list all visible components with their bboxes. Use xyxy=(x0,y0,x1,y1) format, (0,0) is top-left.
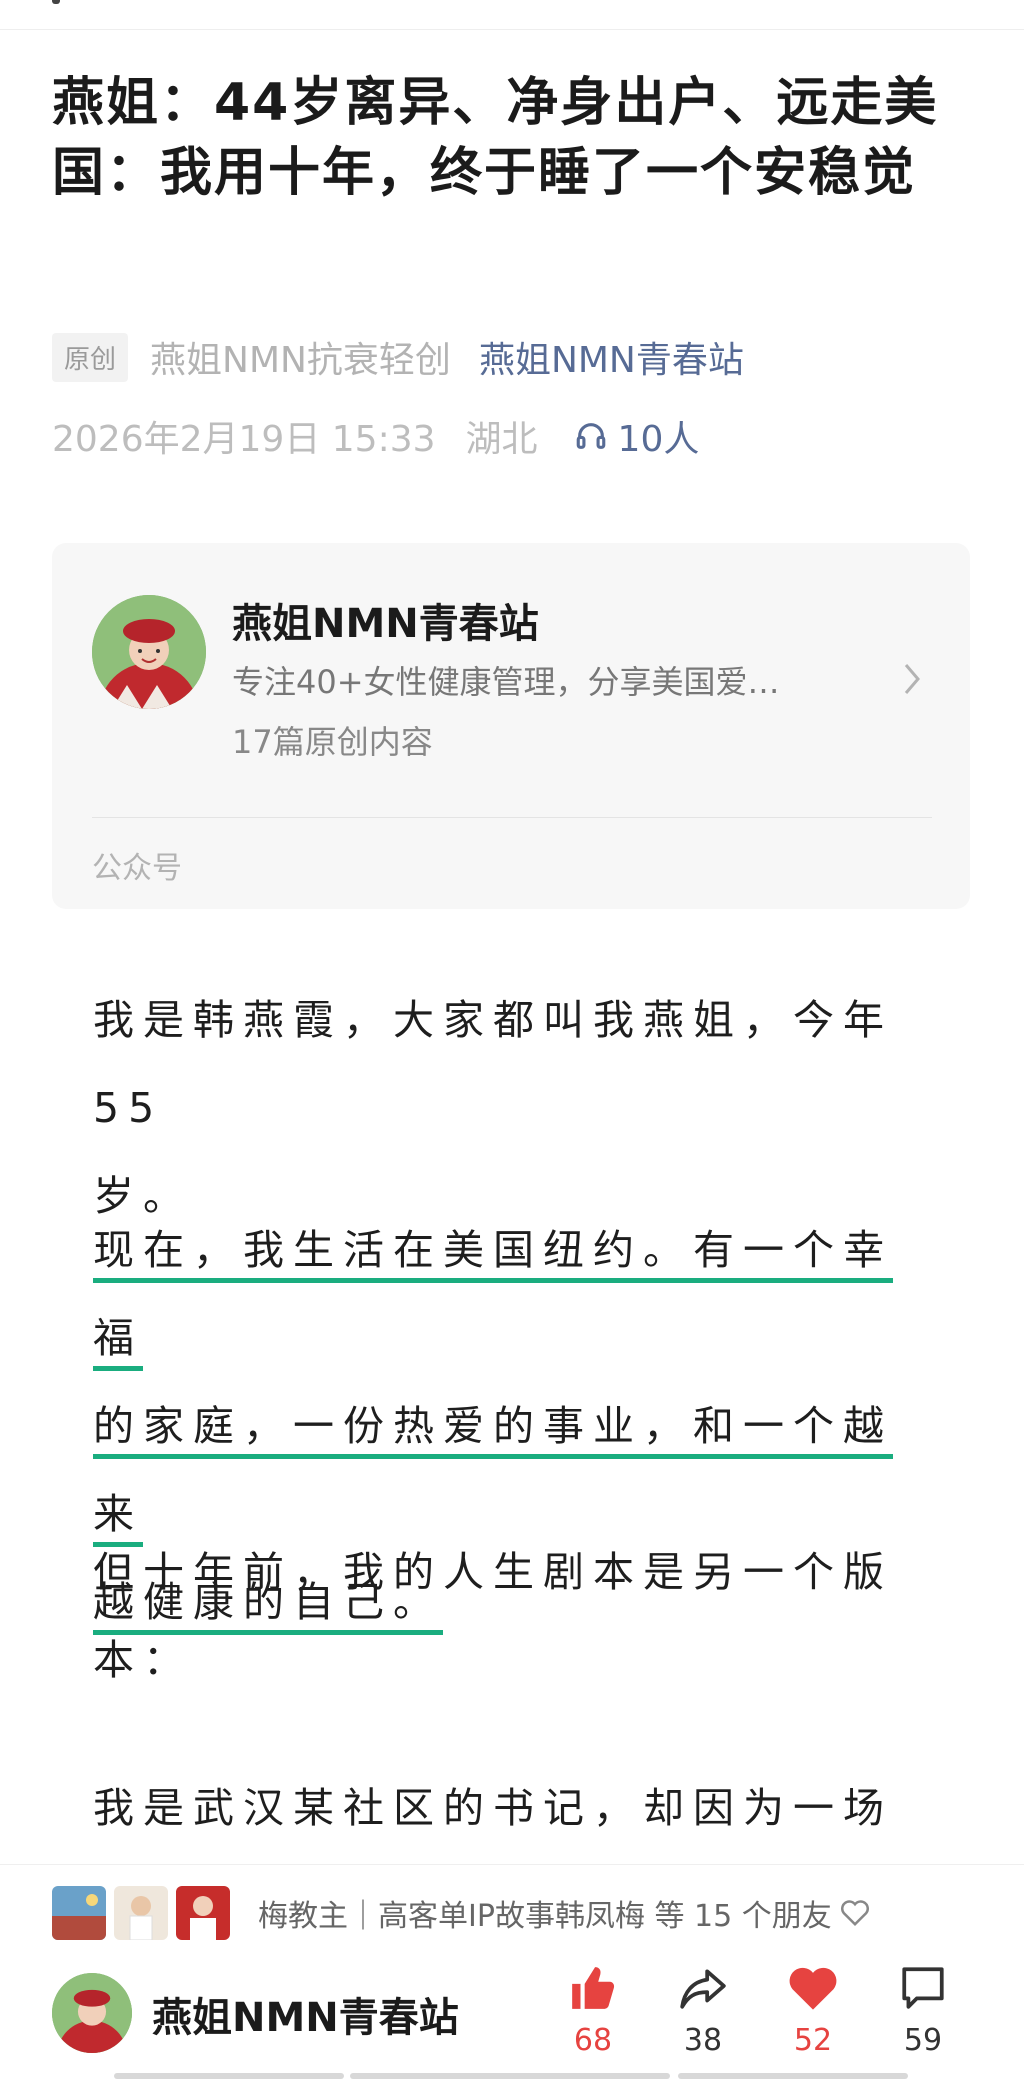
bar-account-avatar[interactable] xyxy=(52,1973,132,2053)
like-button[interactable]: 68 xyxy=(548,1963,638,2058)
article-title: 燕姐：44岁离异、净身出户、远走美国：我用十年，终于睡了一个安稳觉 xyxy=(52,73,939,203)
friends-text: 梅教主｜高客单IP故事韩凤梅 等 15 个朋友 xyxy=(258,1899,832,1934)
scroll-indicator xyxy=(114,2073,344,2079)
listen-button[interactable]: 10人 xyxy=(574,410,700,462)
account-link[interactable]: 燕姐NMN青春站 xyxy=(479,331,744,383)
card-account-name: 燕姐NMN青春站 xyxy=(232,601,539,647)
top-status-strip xyxy=(0,0,1024,30)
publish-location: 湖北 xyxy=(465,419,538,460)
card-account-description: 专注40+女性健康管理，分享美国爱… xyxy=(232,663,780,701)
love-count: 52 xyxy=(793,2023,833,2058)
status-dot xyxy=(52,0,60,4)
author-name: 燕姐NMN抗衰轻创 xyxy=(150,340,451,381)
comment-icon xyxy=(902,1967,944,2009)
love-button[interactable]: 52 xyxy=(768,1963,858,2058)
scroll-indicator xyxy=(350,2073,670,2079)
paragraph-line: 本： xyxy=(93,1636,193,1684)
publish-date: 2026年2月19日 15:33 xyxy=(52,419,436,460)
card-divider xyxy=(92,817,932,818)
friend-avatar xyxy=(52,1886,106,1940)
friends-liked-row[interactable]: 梅教主｜高客单IP故事韩凤梅 等 15 个朋友 xyxy=(52,1885,870,1941)
friend-avatar xyxy=(114,1886,168,1940)
friend-avatar xyxy=(176,1886,230,1940)
account-avatar xyxy=(92,595,206,709)
article-date-line: 2026年2月19日 15:33 湖北 10人 xyxy=(52,412,699,460)
thumbs-up-icon xyxy=(572,1967,615,2009)
comment-count: 59 xyxy=(903,2023,943,2058)
paragraph-line: 我是韩燕霞，大家都叫我燕姐，今年55 xyxy=(93,996,893,1132)
share-count: 38 xyxy=(683,2023,723,2058)
paragraph-1: 我是韩燕霞，大家都叫我燕姐，今年55 岁。 xyxy=(93,976,935,1240)
account-card[interactable]: 燕姐NMN青春站 专注40+女性健康管理，分享美国爱… 17篇原创内容 公众号 xyxy=(52,543,970,909)
original-badge: 原创 xyxy=(52,332,129,382)
comment-button[interactable]: 59 xyxy=(878,1963,968,2058)
heart-outline-icon xyxy=(840,1900,869,1927)
paragraph-3: 但十年前，我的人生剧本是另一个版 本： xyxy=(93,1528,935,1704)
card-type-label: 公众号 xyxy=(92,851,182,886)
share-button[interactable]: 38 xyxy=(658,1963,748,2058)
bottom-action-bar: 梅教主｜高客单IP故事韩凤梅 等 15 个朋友 燕姐NMN青春站 68 38 5… xyxy=(0,1864,1024,2086)
heart-icon xyxy=(789,1967,837,2010)
paragraph-line: 但十年前，我的人生剧本是另一个版 xyxy=(93,1548,893,1596)
bar-account-name[interactable]: 燕姐NMN青春站 xyxy=(152,1985,459,2043)
chevron-right-icon xyxy=(904,664,920,694)
scroll-indicator xyxy=(678,2073,908,2079)
card-article-count: 17篇原创内容 xyxy=(232,723,433,761)
highlighted-line: 的家庭，一份热爱的事业，和一个越来 xyxy=(93,1402,893,1547)
listener-count: 10人 xyxy=(617,419,700,460)
like-count: 68 xyxy=(573,2023,613,2058)
share-icon xyxy=(680,1969,726,2009)
headphones-icon xyxy=(576,423,605,449)
highlighted-line: 现在，我生活在美国纽约。有一个幸福 xyxy=(93,1226,893,1371)
article-meta-line: 原创 燕姐NMN抗衰轻创 燕姐NMN青春站 xyxy=(52,332,744,382)
